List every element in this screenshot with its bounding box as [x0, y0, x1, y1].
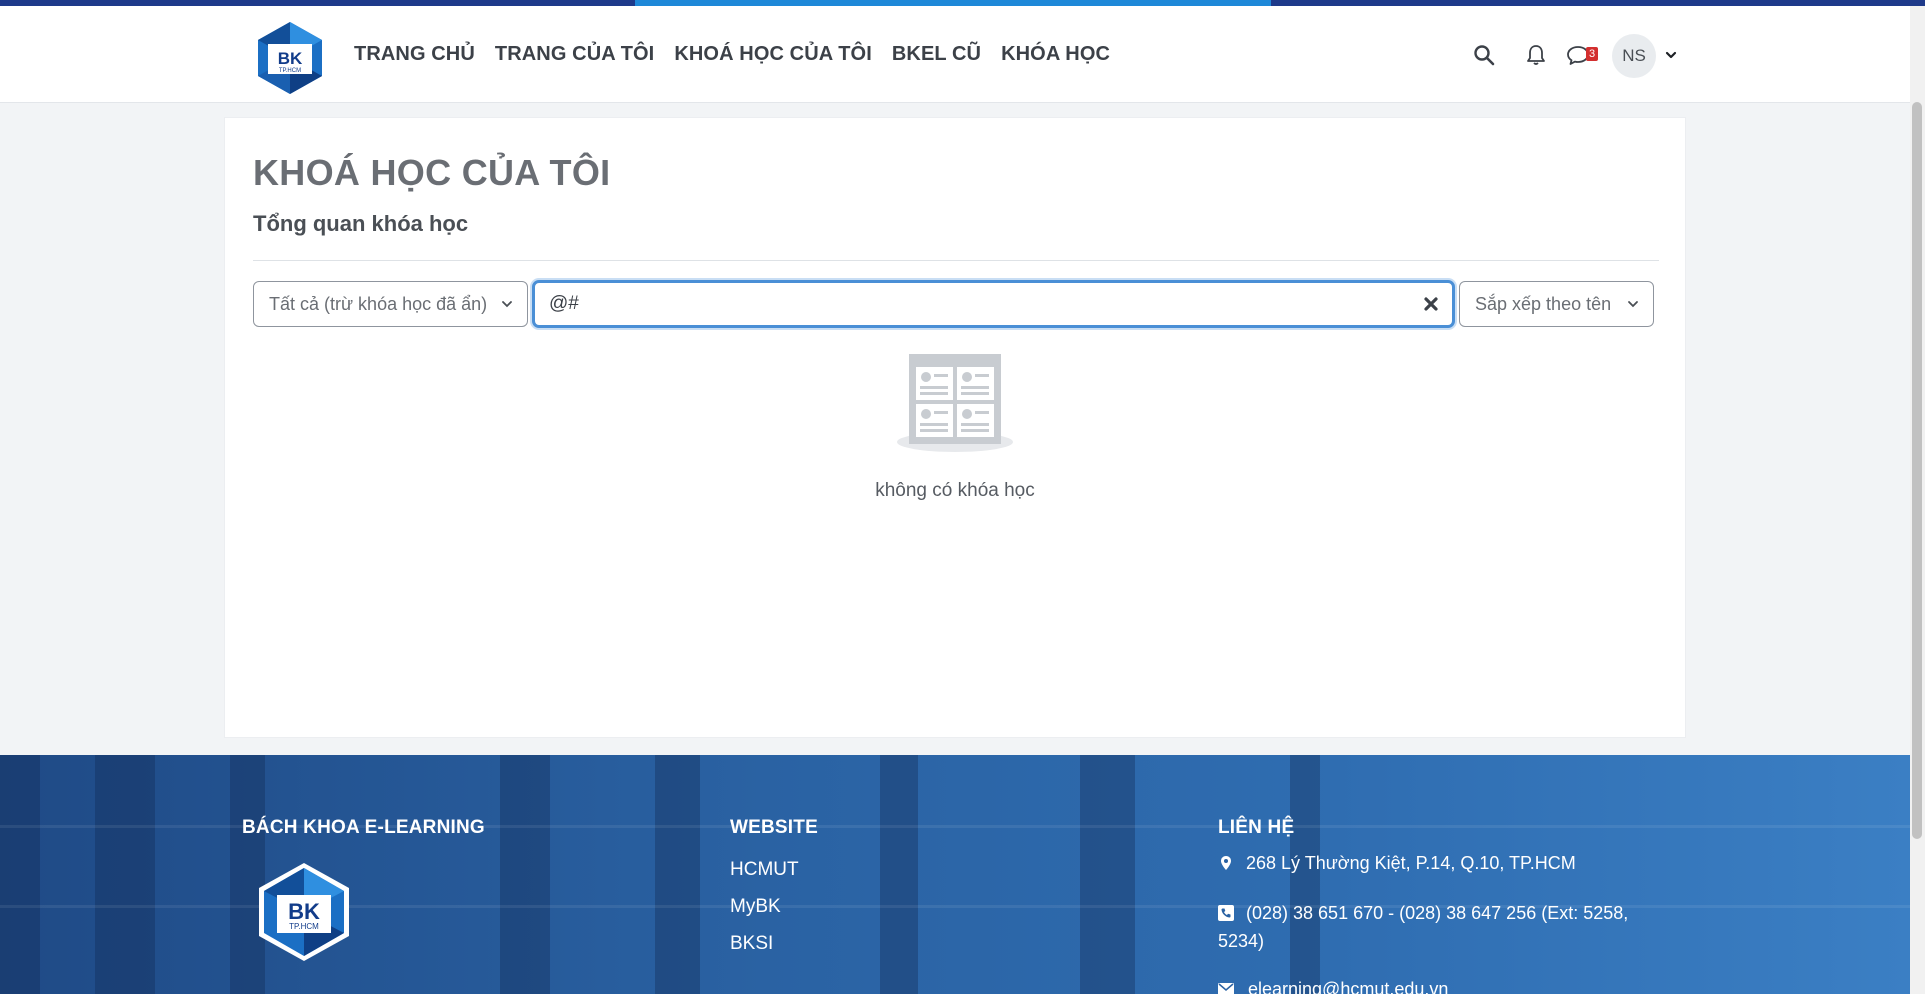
- footer-contact-heading: LIÊN HỆ: [1218, 817, 1295, 838]
- chevron-down-icon[interactable]: [1664, 48, 1678, 62]
- bk-logo[interactable]: BK TP.HCM: [252, 20, 328, 96]
- footer-website-heading: WEBSITE: [730, 817, 818, 838]
- footer-phone-line1: (028) 38 651 670 - (028) 38 647 256 (Ext…: [1246, 903, 1629, 923]
- envelope-icon: [1218, 983, 1234, 994]
- nav-link-old-bkel[interactable]: BKEL CŨ: [892, 43, 981, 66]
- search-button[interactable]: [1468, 39, 1500, 71]
- sort-select[interactable]: Sắp xếp theo tên: [1459, 281, 1654, 327]
- course-search-input[interactable]: [549, 290, 1409, 318]
- footer-link-bksi[interactable]: BKSI: [730, 933, 773, 955]
- nav-link-my-courses[interactable]: KHOÁ HỌC CỦA TÔI: [674, 43, 872, 66]
- footer-phone-line2: 5234): [1218, 931, 1265, 951]
- my-courses-card: KHOÁ HỌC CỦA TÔI Tổng quan khóa học Tất …: [224, 117, 1686, 738]
- chevron-down-icon: [502, 301, 512, 308]
- chevron-down-icon: [1628, 301, 1638, 308]
- no-courses-illustration: [897, 354, 1013, 452]
- svg-text:TP.HCM: TP.HCM: [289, 922, 319, 931]
- section-title: Tổng quan khóa học: [253, 211, 469, 236]
- nav-link-my-page[interactable]: TRANG CỦA TÔI: [495, 43, 654, 66]
- svg-text:BK: BK: [288, 899, 320, 924]
- sort-label: Sắp xếp theo tên: [1475, 293, 1612, 314]
- footer-bk-logo: BK TP.HCM: [259, 863, 349, 961]
- footer: BÁCH KHOA E-LEARNING BK TP.HCM WEBSITE H…: [0, 755, 1910, 994]
- course-search-field[interactable]: [532, 280, 1455, 328]
- svg-text:TP.HCM: TP.HCM: [279, 68, 301, 74]
- search-icon: [1474, 45, 1495, 66]
- page-title: KHOÁ HỌC CỦA TÔI: [253, 152, 611, 193]
- footer-link-hcmut[interactable]: HCMUT: [730, 859, 799, 881]
- user-avatar[interactable]: NS: [1612, 34, 1656, 78]
- nav-link-home[interactable]: TRANG CHỦ: [354, 43, 475, 66]
- course-filter-label: Tất cả (trừ khóa học đã ẩn): [269, 293, 488, 314]
- footer-brand-heading: BÁCH KHOA E-LEARNING: [242, 817, 485, 838]
- footer-link-mybk[interactable]: MyBK: [730, 896, 781, 918]
- times-icon[interactable]: [1422, 295, 1440, 313]
- map-marker-icon: [1221, 856, 1231, 870]
- page-scrollbar-thumb[interactable]: [1912, 102, 1922, 839]
- notifications-button[interactable]: [1520, 39, 1552, 71]
- messages-button[interactable]: 3: [1562, 39, 1598, 71]
- messages-badge: 3: [1586, 47, 1598, 61]
- phone-icon: [1218, 905, 1234, 921]
- course-filter-select[interactable]: Tất cả (trừ khóa học đã ẩn): [253, 281, 528, 327]
- empty-message: không có khóa học: [875, 480, 1035, 501]
- navbar: BK TP.HCM TRANG CHỦ TRANG CỦA TÔI KHOÁ H…: [0, 6, 1910, 103]
- footer-email-link[interactable]: elearning@hcmut.edu.vn: [1248, 975, 1448, 994]
- bell-icon: [1527, 45, 1545, 65]
- main-nav: TRANG CHỦ TRANG CỦA TÔI KHOÁ HỌC CỦA TÔI…: [354, 6, 1130, 103]
- footer-address: 268 Lý Thường Kiệt, P.14, Q.10, TP.HCM: [1246, 853, 1576, 873]
- divider: [253, 260, 1659, 261]
- nav-link-courses[interactable]: KHÓA HỌC: [1001, 43, 1110, 66]
- svg-text:BK: BK: [278, 49, 303, 68]
